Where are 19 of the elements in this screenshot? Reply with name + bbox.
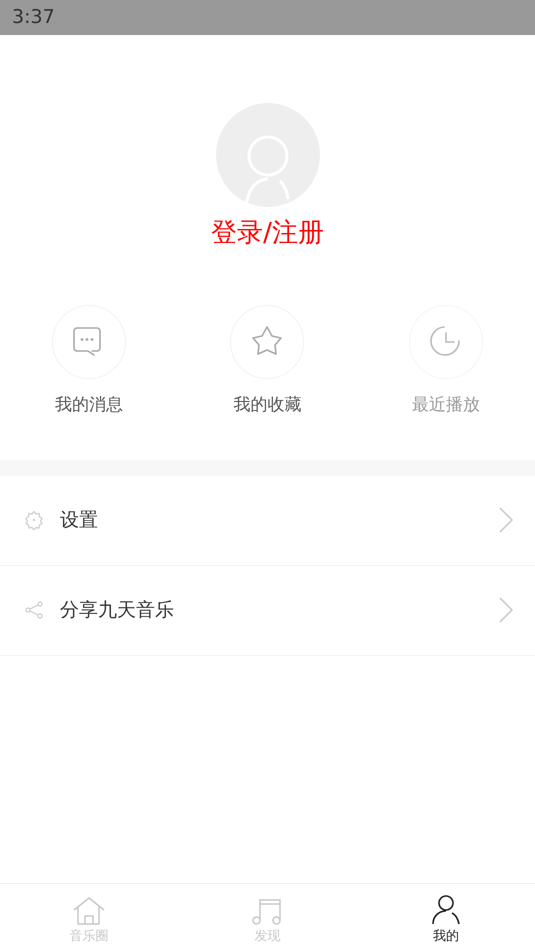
music-note-icon [251, 896, 284, 924]
shortcut-label: 最近播放 [412, 394, 480, 417]
shortcut-button[interactable] [230, 305, 304, 379]
shortcut-label: 我的消息 [55, 394, 124, 417]
tab-bar-item[interactable]: 我的 [356, 884, 535, 951]
menu-row[interactable]: 分享九天音乐 [0, 566, 535, 656]
login-register-link[interactable]: 登录/注册 [211, 215, 324, 251]
status-time: 3:37 [12, 5, 55, 30]
home-icon [73, 896, 106, 924]
chevron-right-icon [499, 507, 513, 533]
gear-icon [24, 510, 44, 530]
shortcut-button[interactable] [52, 305, 126, 379]
person-icon [430, 894, 462, 924]
shortcut-label: 我的收藏 [233, 394, 302, 417]
chevron-right-icon [499, 597, 513, 623]
share-icon [24, 600, 44, 620]
menu-row[interactable]: 设置 [0, 476, 535, 566]
menu-label: 设置 [60, 508, 99, 533]
menu-label: 分享九天音乐 [60, 598, 175, 623]
